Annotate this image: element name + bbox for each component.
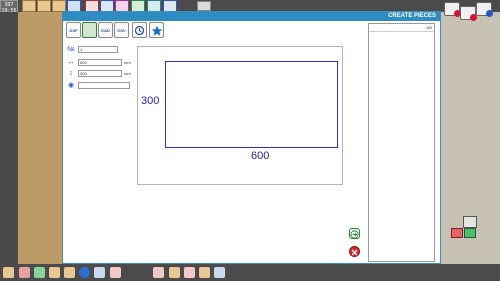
csv-import-button[interactable]: CSV bbox=[114, 22, 129, 38]
menu-icon[interactable] bbox=[197, 1, 211, 11]
folder-icon[interactable] bbox=[64, 267, 75, 278]
info-icon[interactable] bbox=[79, 267, 90, 278]
quantity-row: № bbox=[66, 46, 126, 54]
width-input[interactable] bbox=[78, 59, 122, 66]
cancel-button[interactable] bbox=[349, 246, 360, 257]
dialog-titlebar: CREATE PIECES bbox=[63, 12, 440, 21]
favorites-button[interactable] bbox=[149, 22, 164, 38]
quantity-input[interactable] bbox=[78, 46, 118, 53]
list-count: 0/0 bbox=[426, 25, 432, 30]
height-arrow-icon: ↕ bbox=[69, 70, 73, 77]
csv-label: CSV bbox=[117, 28, 126, 33]
dxf-import-button[interactable]: DXF bbox=[66, 22, 81, 38]
copy-red-icon[interactable] bbox=[444, 2, 461, 17]
close-icon bbox=[351, 249, 358, 256]
pen-icon[interactable] bbox=[19, 267, 30, 278]
save-icon[interactable] bbox=[49, 267, 60, 278]
label-row: ◉ bbox=[66, 82, 136, 90]
dialog-title: CREATE PIECES bbox=[388, 13, 436, 19]
width-unit: mm bbox=[124, 60, 131, 65]
copy-red-2-icon[interactable] bbox=[460, 6, 477, 21]
rotate-icon[interactable] bbox=[153, 267, 164, 278]
grid-view-icon[interactable] bbox=[214, 267, 225, 278]
height-row: ↕ mm bbox=[66, 70, 131, 78]
move-icon[interactable] bbox=[169, 267, 180, 278]
add-piece-button[interactable] bbox=[349, 228, 360, 239]
eraser-tool-icon[interactable] bbox=[34, 267, 45, 278]
cad-label: CAD bbox=[101, 28, 110, 33]
width-arrow-icon: ↔ bbox=[67, 59, 75, 66]
piece-outline bbox=[165, 61, 338, 148]
dxf-label: DXF bbox=[69, 28, 78, 33]
work-area-left bbox=[18, 12, 62, 264]
eraser-icon[interactable] bbox=[464, 228, 476, 238]
angle-icon[interactable] bbox=[199, 267, 210, 278]
arrow-in-icon bbox=[350, 230, 359, 239]
height-dimension-label: 300 bbox=[141, 95, 160, 107]
crosshair-icon[interactable] bbox=[110, 267, 121, 278]
width-dimension-label: 600 bbox=[251, 150, 270, 162]
height-unit: mm bbox=[124, 71, 131, 76]
create-pieces-dialog: CREATE PIECES DXF CAD CSV № ↔ mm ↕ mm ◉ … bbox=[62, 11, 441, 264]
cad-import-button[interactable]: CAD bbox=[98, 22, 113, 38]
quantity-icon: № bbox=[67, 46, 75, 53]
star-icon bbox=[151, 25, 162, 36]
tag-icon: ◉ bbox=[67, 82, 75, 89]
pencil-icon[interactable] bbox=[3, 267, 14, 278]
history-button[interactable] bbox=[132, 22, 147, 38]
width-row: ↔ mm bbox=[66, 59, 131, 67]
delete-icon[interactable] bbox=[451, 228, 463, 238]
list-header: 0/0 bbox=[369, 24, 434, 32]
undo-icon[interactable] bbox=[94, 267, 105, 278]
lock-icon[interactable] bbox=[37, 0, 51, 12]
draw-piece-button[interactable] bbox=[82, 22, 97, 38]
bottom-toolbar bbox=[0, 264, 500, 281]
left-sidebar bbox=[0, 12, 18, 264]
height-input[interactable] bbox=[78, 70, 122, 77]
magnet-icon[interactable] bbox=[184, 267, 195, 278]
printer-icon[interactable] bbox=[463, 216, 477, 228]
copy-blue-icon[interactable] bbox=[476, 2, 493, 17]
pieces-list[interactable]: 0/0 bbox=[368, 23, 435, 262]
home-icon[interactable] bbox=[22, 0, 36, 12]
piece-preview: 300 600 bbox=[137, 46, 343, 185]
label-input[interactable] bbox=[78, 82, 130, 89]
history-icon bbox=[134, 25, 145, 36]
